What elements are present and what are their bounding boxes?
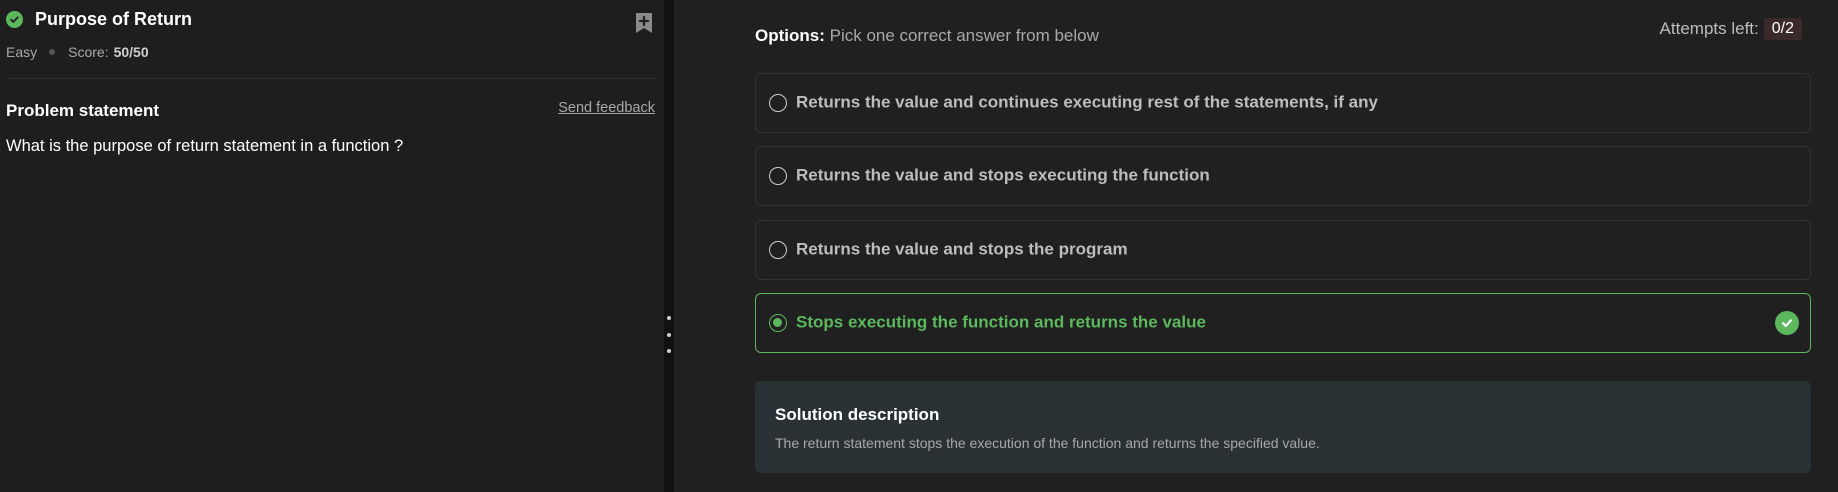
- option-text: Returns the value and stops the program: [796, 239, 1128, 259]
- option-1[interactable]: Returns the value and continues executin…: [755, 73, 1811, 133]
- solution-title: Solution description: [775, 405, 940, 424]
- app: Purpose of Return Easy Score: 50/50 Prob…: [0, 0, 1838, 492]
- score-label: Score:: [68, 44, 109, 60]
- question-meta: Easy Score: 50/50: [6, 44, 149, 60]
- solution-box: Solution description The return statemen…: [755, 381, 1811, 473]
- radio-dot: [773, 318, 782, 327]
- options-panel: Options: Pick one correct answer from be…: [674, 0, 1838, 492]
- panel-resize-handle[interactable]: [664, 0, 674, 492]
- radio-button-selected[interactable]: [769, 314, 787, 332]
- option-text: Returns the value and stops executing th…: [796, 165, 1210, 185]
- option-text: Returns the value and continues executin…: [796, 92, 1378, 112]
- attempts-indicator: Attempts left: 0/2: [1660, 18, 1802, 40]
- grip-dot: [667, 333, 671, 337]
- option-text: Stops executing the function and returns…: [796, 312, 1206, 332]
- question-title: Purpose of Return: [35, 9, 193, 29]
- difficulty-label: Easy: [6, 44, 38, 60]
- question-header: Purpose of Return Easy Score: 50/50: [6, 8, 656, 64]
- separator-dot: [49, 49, 56, 55]
- options-hint: Pick one correct answer from below: [829, 26, 1099, 45]
- radio-button[interactable]: [769, 241, 787, 259]
- option-4[interactable]: Stops executing the function and returns…: [755, 293, 1811, 353]
- bookmark-plus-icon[interactable]: [632, 10, 656, 36]
- grip-dot: [667, 349, 671, 353]
- radio-button[interactable]: [769, 94, 787, 112]
- correct-check-icon: [1775, 311, 1799, 335]
- option-2[interactable]: Returns the value and stops executing th…: [755, 146, 1811, 206]
- send-feedback-link[interactable]: Send feedback: [558, 100, 655, 116]
- attempts-label: Attempts left:: [1659, 19, 1759, 38]
- problem-statement-heading: Problem statement: [6, 101, 160, 120]
- check-circle-icon: [6, 11, 23, 28]
- grip-dot: [667, 316, 671, 320]
- problem-statement-text: What is the purpose of return statement …: [6, 137, 404, 155]
- score-value: 50/50: [113, 44, 149, 60]
- divider: [6, 78, 656, 79]
- solution-text: The return statement stops the execution…: [775, 435, 1320, 451]
- options-heading: Options: Pick one correct answer from be…: [755, 26, 1099, 46]
- radio-button[interactable]: [769, 167, 787, 185]
- attempts-badge: 0/2: [1763, 18, 1802, 40]
- option-3[interactable]: Returns the value and stops the program: [755, 220, 1811, 280]
- problem-panel: Purpose of Return Easy Score: 50/50 Prob…: [0, 0, 664, 492]
- options-label: Options:: [755, 26, 825, 45]
